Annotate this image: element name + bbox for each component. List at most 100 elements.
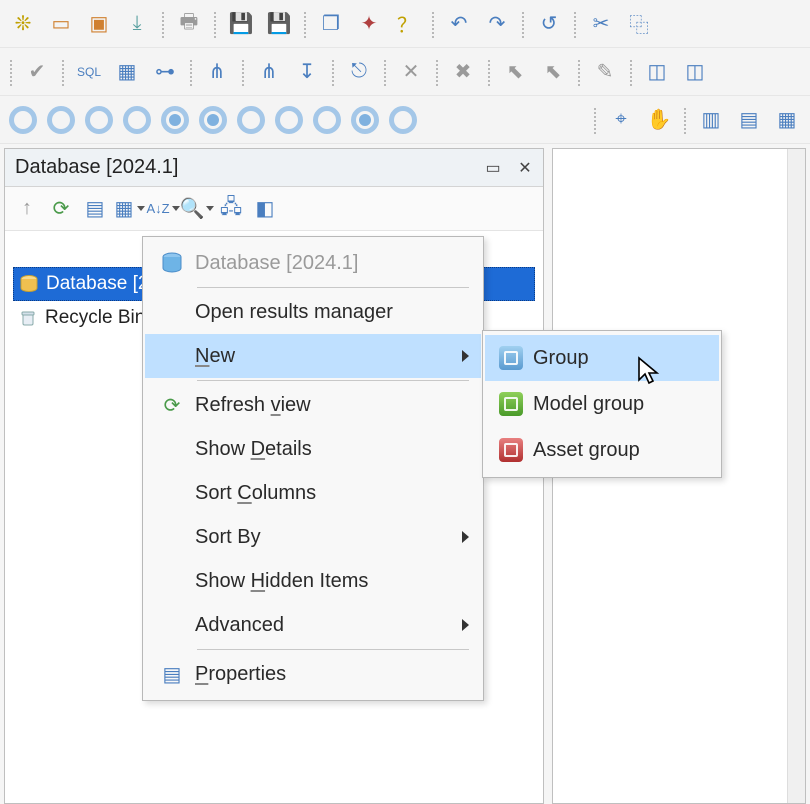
select-icon[interactable]: ⬉ [498,55,532,89]
import-icon[interactable]: ⤓ [120,7,154,41]
panel-restore-icon[interactable]: ▭ [481,156,505,180]
menu-item-label: Sort Columns [195,482,469,505]
submenu-asset-group[interactable]: Asset group [485,427,719,473]
save-icon[interactable]: 💾 [224,7,258,41]
menu-advanced[interactable]: Advanced [145,603,481,647]
branch-alt-icon[interactable]: ⋔ [252,55,286,89]
new-file-icon[interactable]: ❊ [6,7,40,41]
separator [190,58,192,86]
menu-divider [197,649,469,650]
nav-up-icon[interactable]: ↑ [11,193,43,225]
menu-item-label: New [195,345,462,368]
context-menu: Database [2024.1] Open results manager N… [142,236,484,701]
menu-sort-columns[interactable]: Sort Columns [145,471,481,515]
copy-icon[interactable]: ⿻ [622,7,656,41]
panel-right-icon[interactable]: ◫ [678,55,712,89]
toolbar-row-1: ❊ ▭ ▣ ⤓ 🖶 💾 💾 ❐ ✦ ？ ↶ ↷ ↺ ✂ ⿻ [0,0,810,48]
step-back-icon[interactable] [44,103,78,137]
pause-icon[interactable] [82,103,116,137]
group-icon [489,346,533,370]
rewind-icon[interactable] [6,103,40,137]
separator [10,58,12,86]
refresh-icon: ⟳ [149,392,195,418]
separator [242,58,244,86]
menu-item-label: Properties [195,663,469,686]
clear-selection-icon[interactable]: ✖ [446,55,480,89]
loop-icon[interactable] [234,103,268,137]
save-all-icon[interactable]: 💾 [262,7,296,41]
undo-all-icon[interactable]: ↺ [532,7,566,41]
puzzle-icon[interactable]: ✦ [352,7,386,41]
redo-icon[interactable]: ↷ [480,7,514,41]
menu-item-label: Sort By [195,526,462,549]
database-icon [149,251,195,275]
validate-icon[interactable]: ✔ [20,55,54,89]
skip-end-icon[interactable] [310,103,344,137]
vertical-scrollbar[interactable] [787,149,805,803]
refresh-icon[interactable]: ⟳ [45,193,77,225]
separator [332,58,334,86]
sql-icon[interactable]: SQL [72,55,106,89]
branch-down-icon[interactable]: ↧ [290,55,324,89]
view-a-icon[interactable]: ▥ [694,103,728,137]
menu-item-label: Advanced [195,614,462,637]
menu-show-hidden[interactable]: Show Hidden Items [145,559,481,603]
menu-sort-by[interactable]: Sort By [145,515,481,559]
new-folder-icon[interactable]: ▭ [44,7,78,41]
menu-divider [197,380,469,381]
cut-icon[interactable]: ✂ [584,7,618,41]
menu-open-results[interactable]: Open results manager [145,290,481,334]
context-menu-header-label: Database [2024.1] [195,252,469,275]
stop-icon[interactable] [386,103,420,137]
menu-show-details[interactable]: Show Details [145,427,481,471]
menu-new[interactable]: New [145,334,481,378]
separator [214,10,216,38]
fast-fwd-icon[interactable] [272,103,306,137]
measure-icon[interactable]: ✎ [588,55,622,89]
table-icon[interactable]: ▦ [110,55,144,89]
separator [62,58,64,86]
submenu-arrow-icon [462,350,469,362]
menu-properties[interactable]: ▤ Properties [145,652,481,696]
undo-icon[interactable]: ↶ [442,7,476,41]
separator [684,106,686,134]
info-icon[interactable] [348,103,382,137]
step-fwd-icon[interactable] [120,103,154,137]
tree-item-label: Recycle Bin [45,307,145,329]
connect-icon[interactable]: 🖧 [215,193,247,225]
find-icon[interactable]: 🔍 [181,193,213,225]
toolbar-row-2: ✔ SQL ▦ ⊶ ⋔ ⋔ ↧ ⎋ ✕ ✖ ⬉ ⬉ ✎ ◫ ◫ [0,48,810,96]
separator [578,58,580,86]
panel-title: Database [2024.1] [15,156,178,179]
open-icon[interactable]: ▣ [82,7,116,41]
delete-icon[interactable]: ✕ [394,55,428,89]
panel-left-icon[interactable]: ◫ [640,55,674,89]
submenu-item-label: Group [533,347,707,370]
menu-item-label: Show Details [195,438,469,461]
copy-special-icon[interactable]: ❐ [314,7,348,41]
help-icon[interactable]: ？ [390,7,424,41]
print-icon[interactable]: 🖶 [172,7,206,41]
submenu-model-group[interactable]: Model group [485,381,719,427]
view-c-icon[interactable]: ▦ [770,103,804,137]
branch-icon[interactable]: ⋔ [200,55,234,89]
graph-node-icon[interactable]: ⊶ [148,55,182,89]
panel-close-icon[interactable]: ✕ [513,156,537,180]
play-icon[interactable] [158,103,192,137]
list-view-icon[interactable]: ▤ [79,193,111,225]
select-add-icon[interactable]: ⬉ [536,55,570,89]
separator [304,10,306,38]
context-menu-header: Database [2024.1] [145,241,481,285]
details-view-icon[interactable]: ▦ [113,193,145,225]
submenu-group[interactable]: Group [485,335,719,381]
separator [432,10,434,38]
menu-item-label: Show Hidden Items [195,570,469,593]
sort-az-icon[interactable]: A↓Z [147,193,179,225]
snap-icon[interactable]: ⎋ [342,55,376,89]
menu-refresh[interactable]: ⟳ Refresh view [145,383,481,427]
pan-hand-icon[interactable]: ✋ [642,103,676,137]
record-icon[interactable] [196,103,230,137]
locate-icon[interactable]: ⌖ [604,103,638,137]
filter-icon[interactable]: ◧ [249,193,281,225]
view-b-icon[interactable]: ▤ [732,103,766,137]
